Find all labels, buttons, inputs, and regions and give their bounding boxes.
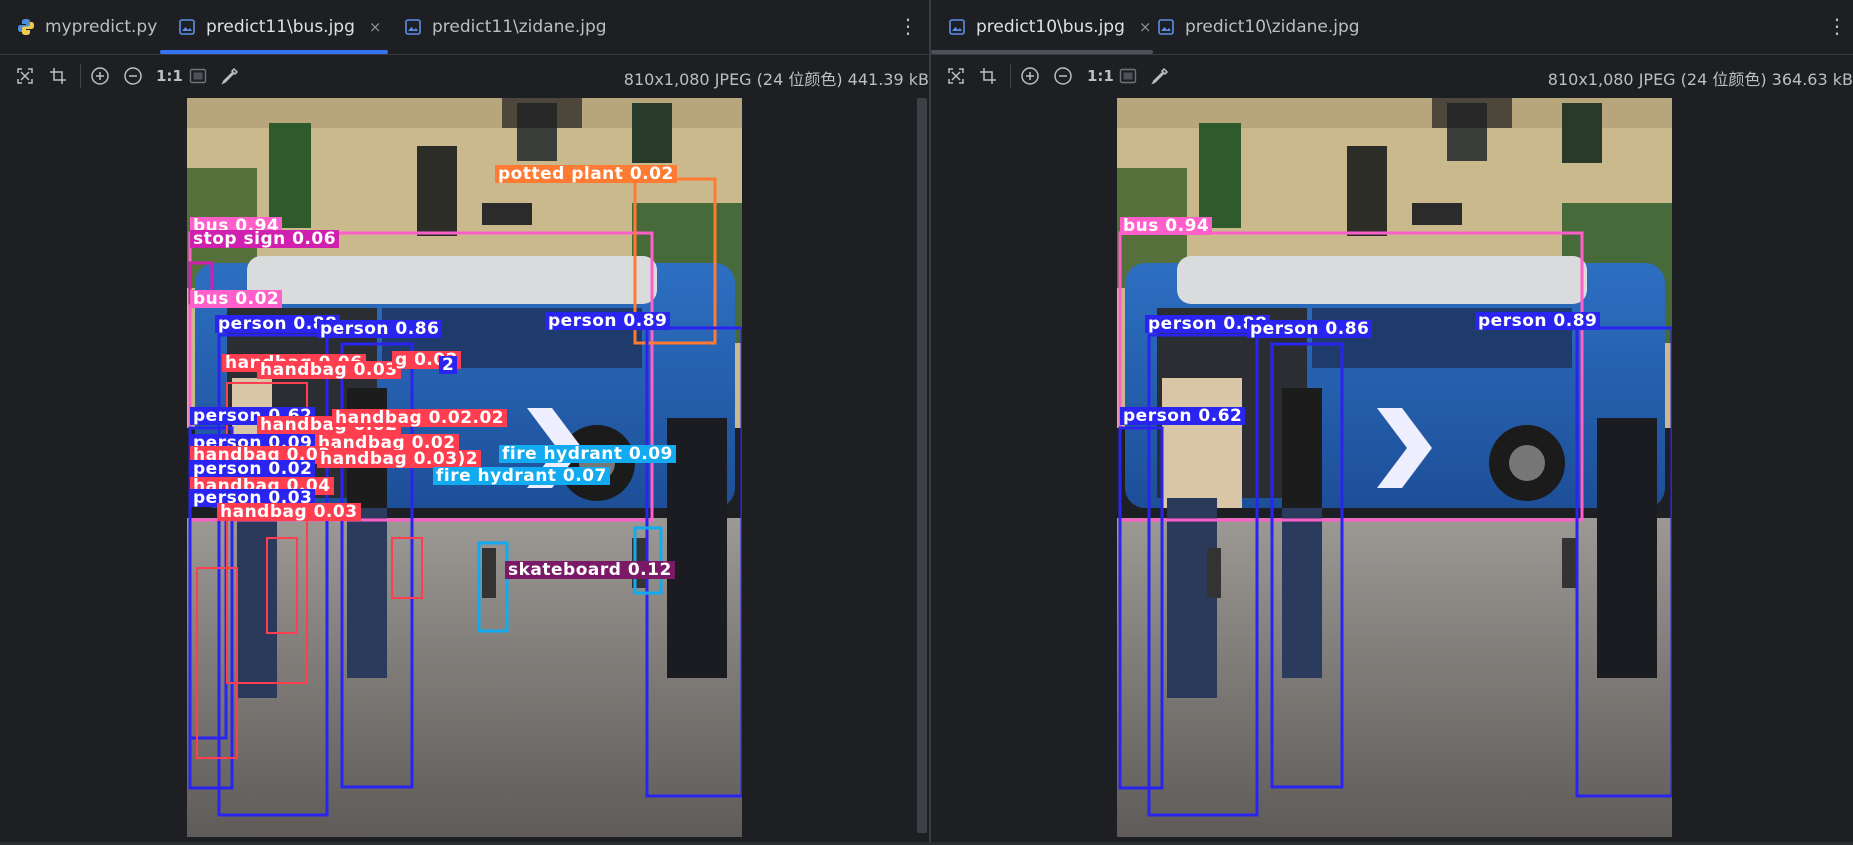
color-picker-icon[interactable] [1149,65,1171,87]
active-tab-indicator [931,50,1153,54]
detection-label: stop sign 0.06 [190,230,340,248]
tab-label: predict11\zidane.jpg [432,17,607,37]
detection-label: person 0.86 [1247,320,1373,338]
zoom-out-icon[interactable] [122,65,144,87]
detection-label: 2 [439,356,458,374]
detection-label: person 0.89 [1475,312,1601,330]
right-tab-bar: predict10\bus.jpg × predict10\zidane.jpg… [931,0,1853,55]
close-icon[interactable]: × [369,18,382,36]
image-info: 810x1,080 JPEG (24 位颜色) 364.63 kB [1547,70,1853,89]
active-tab-indicator [160,50,388,54]
image-file-icon [948,18,966,36]
toolbar-divider [1010,64,1011,88]
image-file-icon [404,18,422,36]
detection-label: person 0.86 [317,320,443,338]
detection-label: handbag 0.03 [217,503,361,521]
detection-label: skateboard 0.12 [505,561,675,579]
actual-size-button[interactable]: 1:1 [156,65,183,87]
detection-label: person 0.89 [545,312,671,330]
detection-label: bus 0.94 [1120,217,1213,235]
color-picker-icon[interactable] [219,65,241,87]
left-tab-bar: mypredict.py predict11\bus.jpg × predict… [0,0,929,55]
close-icon[interactable]: × [1139,18,1152,36]
tab-predict11-zidane[interactable]: predict11\zidane.jpg [404,0,607,54]
detection-label: fire hydrant 0.07 [433,467,610,485]
tab-label: predict11\bus.jpg [206,17,355,37]
detection-label: fire hydrant 0.09 [499,445,676,463]
toolbar-divider [80,64,81,88]
detection-image: bus 0.94 person 0.88 person 0.86 person 0.8… [1117,98,1672,837]
vertical-scrollbar[interactable] [917,98,927,833]
background-icon[interactable] [1117,65,1139,87]
tab-predict11-bus[interactable]: predict11\bus.jpg × [160,0,388,54]
zoom-in-icon[interactable] [1019,65,1041,87]
left-editor-pane: mypredict.py predict11\bus.jpg × predict… [0,0,929,845]
fit-to-screen-icon[interactable] [14,65,36,87]
detection-image: bus 0.94 stop sign 0.06 bus 0.02 potted pla… [187,98,742,837]
fit-to-screen-icon[interactable] [945,65,967,87]
tab-label: predict10\zidane.jpg [1185,17,1360,37]
image-file-icon [178,18,196,36]
detection-label: potted plant 0.02 [495,165,677,183]
python-file-icon [17,18,35,36]
detection-label: handbag 0.03 [257,361,401,379]
zoom-in-icon[interactable] [89,65,111,87]
right-editor-pane: predict10\bus.jpg × predict10\zidane.jpg… [931,0,1853,845]
background-icon[interactable] [187,65,209,87]
tab-mypredict-py[interactable]: mypredict.py [17,0,157,54]
image-file-icon [1157,18,1175,36]
detection-label: handbag 0.02.02 [332,409,508,427]
tab-label: mypredict.py [45,17,158,37]
zoom-out-icon[interactable] [1052,65,1074,87]
image-info: 810x1,080 JPEG (24 位颜色) 441.39 kB [623,70,929,89]
actual-size-button[interactable]: 1:1 [1087,65,1114,87]
more-options-icon[interactable]: ⋮ [1827,14,1847,38]
detection-label: bus 0.02 [190,290,283,308]
tab-label: predict10\bus.jpg [976,17,1125,37]
annotated-bus-photo [1117,98,1672,837]
tab-predict10-zidane[interactable]: predict10\zidane.jpg [1157,0,1360,54]
more-options-icon[interactable]: ⋮ [898,14,918,38]
crop-icon[interactable] [977,65,999,87]
detection-label: person 0.62 [1120,407,1246,425]
tab-predict10-bus[interactable]: predict10\bus.jpg × [931,0,1153,54]
crop-icon[interactable] [47,65,69,87]
